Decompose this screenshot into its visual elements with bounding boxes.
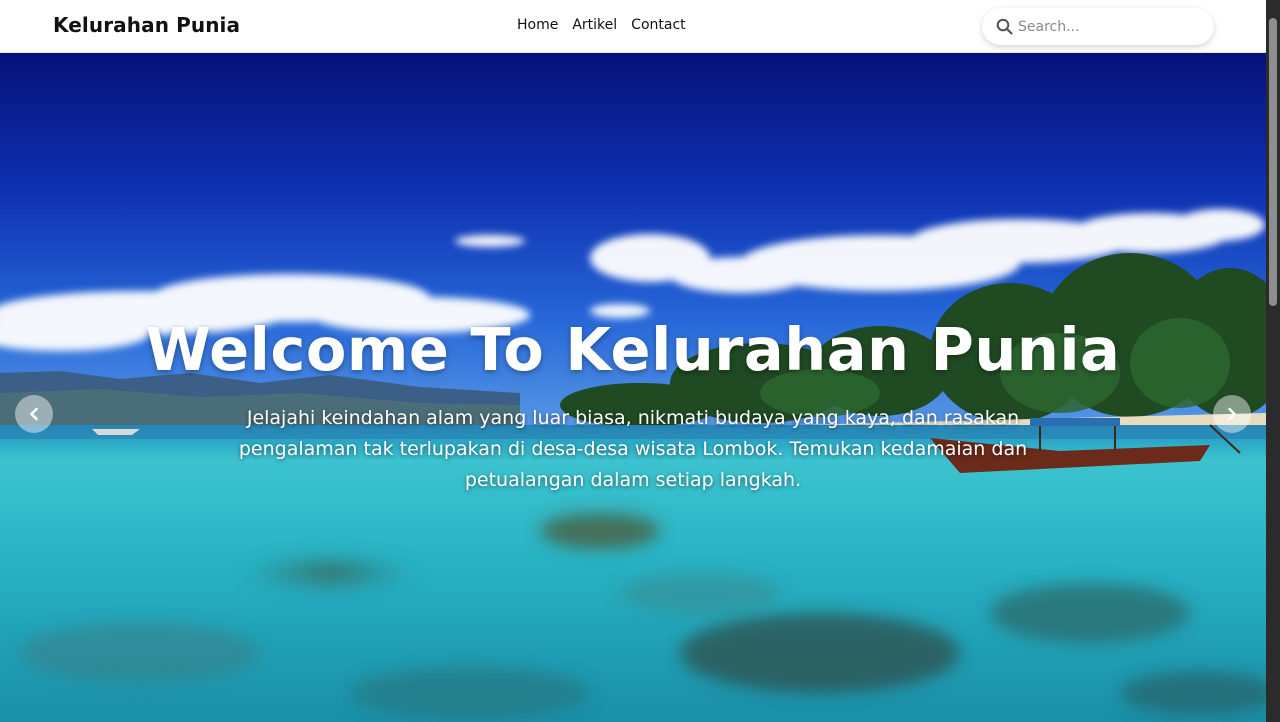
page: Kelurahan Punia Home Artikel Contact Sea… bbox=[0, 0, 1280, 722]
search-box[interactable] bbox=[982, 8, 1214, 45]
search-input[interactable] bbox=[1018, 14, 1198, 39]
nav-link-home[interactable]: Home bbox=[517, 17, 558, 33]
hero-subtitle: Jelajahi keindahan alam yang luar biasa,… bbox=[238, 407, 1028, 491]
carousel-prev-button[interactable] bbox=[15, 395, 53, 433]
hero-caption: Welcome To Kelurahan Punia Jelajahi kein… bbox=[0, 53, 1266, 722]
chevron-left-icon bbox=[30, 407, 38, 421]
nav-link-artikel[interactable]: Artikel bbox=[572, 17, 617, 33]
brand-title[interactable]: Kelurahan Punia bbox=[53, 13, 240, 37]
scrollbar-thumb[interactable] bbox=[1269, 18, 1277, 306]
nav-link-contact[interactable]: Contact bbox=[631, 17, 685, 33]
nav-links: Home Artikel Contact bbox=[517, 17, 700, 33]
search-icon bbox=[996, 18, 1013, 35]
navbar: Kelurahan Punia Home Artikel Contact bbox=[0, 0, 1266, 53]
chevron-right-icon bbox=[1228, 407, 1236, 421]
carousel-next-button[interactable] bbox=[1213, 395, 1251, 433]
hero-carousel: Welcome To Kelurahan Punia Jelajahi kein… bbox=[0, 53, 1266, 722]
page-scrollbar[interactable] bbox=[1266, 0, 1280, 722]
hero-title: Welcome To Kelurahan Punia bbox=[145, 315, 1121, 384]
